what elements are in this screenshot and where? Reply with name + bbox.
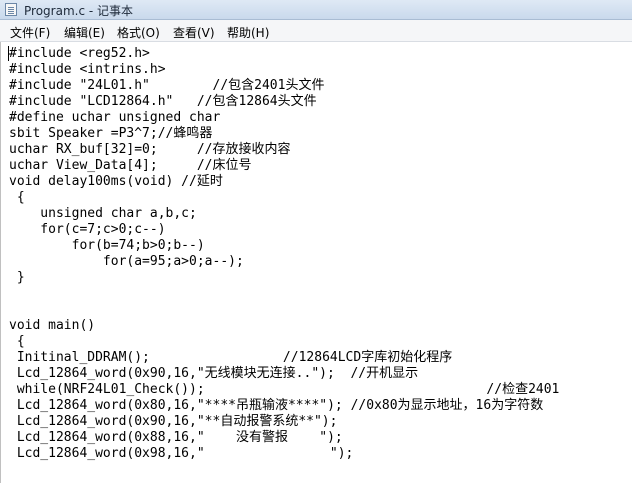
text-editor[interactable]: #include <reg52.h> #include <intrins.h> …	[0, 42, 632, 483]
code-line: #include "24L01.h" //包含2401头文件	[9, 78, 325, 93]
code-line: Lcd_12864_word(0x80,16,"****吊瓶输液****"); …	[9, 398, 544, 413]
menu-help[interactable]: 帮助(H)	[227, 24, 269, 41]
code-line: {	[9, 334, 25, 349]
menu-edit[interactable]: 编辑(E)	[64, 24, 105, 41]
menu-file[interactable]: 文件(F)	[10, 24, 50, 41]
menu-bar: 文件(F) 编辑(E) 格式(O) 查看(V) 帮助(H)	[0, 20, 632, 42]
code-line: void main()	[9, 318, 96, 333]
code-line: Lcd_12864_word(0x90,16,"无线模块无连接.."); //开…	[9, 366, 419, 381]
code-line: #include "LCD12864.h" //包含12864头文件	[9, 94, 317, 109]
code-line: Lcd_12864_word(0x98,16," ");	[9, 446, 354, 461]
code-line: unsigned char a,b,c;	[9, 206, 197, 221]
code-line: uchar RX_buf[32]=0; //存放接收内容	[9, 142, 291, 157]
window-title: Program.c - 记事本	[24, 4, 134, 18]
code-line: while(NRF24L01_Check()); //检查2401	[9, 382, 560, 397]
menu-view[interactable]: 查看(V)	[173, 24, 215, 41]
code-line: for(b=74;b>0;b--)	[9, 238, 205, 253]
notepad-icon	[5, 3, 17, 16]
code-line: for(a=95;a>0;a--);	[9, 254, 244, 269]
code-line: Lcd_12864_word(0x88,16," 没有警报 ");	[9, 430, 343, 445]
code-line: uchar View_Data[4]; //床位号	[9, 158, 252, 173]
code-line: Initinal_DDRAM(); //12864LCD字库初始化程序	[9, 350, 453, 365]
code-line: for(c=7;c>0;c--)	[9, 222, 166, 237]
code-line: {	[9, 190, 25, 205]
code-line: void delay100ms(void) //延时	[9, 174, 223, 189]
code-line: }	[9, 270, 25, 285]
code-line: sbit Speaker =P3^7;//蜂鸣器	[9, 126, 213, 141]
title-bar[interactable]: Program.c - 记事本	[0, 0, 632, 20]
menu-format[interactable]: 格式(O)	[117, 24, 160, 41]
code-line: #include <reg52.h>	[9, 46, 150, 61]
code-line: #define uchar unsigned char	[9, 110, 221, 125]
code-line: Lcd_12864_word(0x90,16,"**自动报警系统**");	[9, 414, 338, 429]
code-line: #include <intrins.h>	[9, 62, 166, 77]
